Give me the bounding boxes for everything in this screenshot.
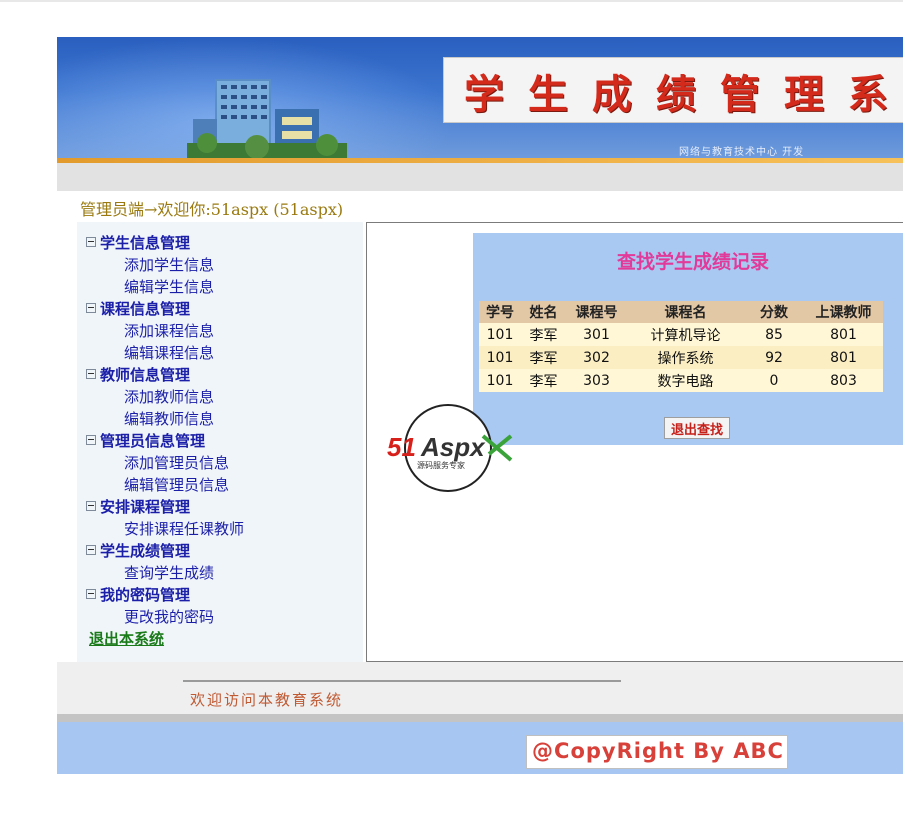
header-grey-bar bbox=[57, 163, 903, 191]
logo-aspx: Aspx bbox=[420, 432, 486, 462]
search-results-panel: 查找学生成绩记录 学号 姓名 课程号 课程名 分数 上课教师 101 李军 30… bbox=[473, 233, 903, 445]
copyright-text: @CopyRight By ABC bbox=[532, 739, 784, 763]
column-header: 分数 bbox=[744, 301, 804, 323]
collapse-icon[interactable] bbox=[86, 545, 96, 555]
nav-item-add-course[interactable]: 添加课程信息 bbox=[86, 320, 363, 342]
nav-item-add-teacher[interactable]: 添加教师信息 bbox=[86, 386, 363, 408]
title-box: 学生成绩管理系 bbox=[443, 57, 903, 123]
nav-item-edit-teacher[interactable]: 编辑教师信息 bbox=[86, 408, 363, 430]
collapse-icon[interactable] bbox=[86, 369, 96, 379]
exit-search-button[interactable]: 退出查找 bbox=[664, 417, 731, 439]
collapse-icon[interactable] bbox=[86, 435, 96, 445]
header-banner: 学生成绩管理系 网络与教育技术中心 开发 bbox=[57, 37, 903, 158]
developer-credit: 网络与教育技术中心 开发 bbox=[679, 147, 805, 158]
collapse-icon[interactable] bbox=[86, 237, 96, 247]
copyright-box: @CopyRight By ABC bbox=[526, 735, 788, 769]
nav-item-add-admin[interactable]: 添加管理员信息 bbox=[86, 452, 363, 474]
table-cell: 101 bbox=[479, 346, 521, 369]
sidebar: 学生信息管理 添加学生信息 编辑学生信息 课程信息管理 添加课程信息 编辑课程信… bbox=[77, 222, 363, 662]
table-cell: 101 bbox=[479, 323, 521, 346]
logo-subtitle: 源码服务专家 bbox=[417, 460, 465, 470]
table-cell: 李军 bbox=[521, 369, 566, 392]
table-cell: 计算机导论 bbox=[627, 323, 744, 346]
footer-grey-bar bbox=[57, 714, 903, 722]
nav-group-scores[interactable]: 学生成绩管理 bbox=[86, 540, 363, 562]
nav-group-teacher-info[interactable]: 教师信息管理 bbox=[86, 364, 363, 386]
search-title: 查找学生成绩记录 bbox=[616, 251, 769, 273]
building-image bbox=[187, 79, 347, 158]
system-title: 学生成绩管理系 bbox=[464, 71, 903, 118]
table-cell: 803 bbox=[804, 369, 883, 392]
nav-item-edit-course[interactable]: 编辑课程信息 bbox=[86, 342, 363, 364]
nav-item-assign-teacher[interactable]: 安排课程任课教师 bbox=[86, 518, 363, 540]
footer: 欢迎访问本教育系统 bbox=[57, 662, 903, 714]
table-cell: 303 bbox=[566, 369, 627, 392]
table-cell: 0 bbox=[744, 369, 804, 392]
table-cell: 101 bbox=[479, 369, 521, 392]
table-cell: 92 bbox=[744, 346, 804, 369]
table-cell: 85 bbox=[744, 323, 804, 346]
table-cell: 李军 bbox=[521, 323, 566, 346]
footer-divider bbox=[183, 680, 621, 682]
table-cell: 李军 bbox=[521, 346, 566, 369]
table-cell: 801 bbox=[804, 323, 883, 346]
column-header: 课程名 bbox=[627, 301, 744, 323]
table-row: 101 李军 301 计算机导论 85 801 bbox=[479, 323, 883, 346]
table-cell: 302 bbox=[566, 346, 627, 369]
51aspx-logo: 51 Aspx 源码服务专家 bbox=[387, 404, 513, 492]
nav-item-edit-student[interactable]: 编辑学生信息 bbox=[86, 276, 363, 298]
column-header: 上课教师 bbox=[804, 301, 883, 323]
table-cell: 801 bbox=[804, 346, 883, 369]
nav-group-password[interactable]: 我的密码管理 bbox=[86, 584, 363, 606]
welcome-message: 管理员端→欢迎你:51aspx (51aspx) bbox=[80, 200, 344, 219]
nav-tree: 学生信息管理 添加学生信息 编辑学生信息 课程信息管理 添加课程信息 编辑课程信… bbox=[77, 222, 363, 650]
nav-item-change-password[interactable]: 更改我的密码 bbox=[86, 606, 363, 628]
collapse-icon[interactable] bbox=[86, 501, 96, 511]
nav-item-query-scores[interactable]: 查询学生成绩 bbox=[86, 562, 363, 584]
table-row: 101 李军 303 数字电路 0 803 bbox=[479, 369, 883, 392]
logo-51: 51 bbox=[387, 432, 416, 462]
footer-welcome: 欢迎访问本教育系统 bbox=[190, 691, 344, 709]
column-header: 学号 bbox=[479, 301, 521, 323]
nav-item-edit-admin[interactable]: 编辑管理员信息 bbox=[86, 474, 363, 496]
top-strip bbox=[0, 0, 903, 2]
collapse-icon[interactable] bbox=[86, 303, 96, 313]
nav-group-student-info[interactable]: 学生信息管理 bbox=[86, 232, 363, 254]
nav-group-course-info[interactable]: 课程信息管理 bbox=[86, 298, 363, 320]
exit-system-link[interactable]: 退出本系统 bbox=[86, 628, 363, 650]
table-cell: 数字电路 bbox=[627, 369, 744, 392]
nav-item-add-student[interactable]: 添加学生信息 bbox=[86, 254, 363, 276]
nav-group-admin-info[interactable]: 管理员信息管理 bbox=[86, 430, 363, 452]
table-cell: 操作系统 bbox=[627, 346, 744, 369]
footer-copyright-bar: @CopyRight By ABC bbox=[57, 722, 903, 774]
scores-table: 学号 姓名 课程号 课程名 分数 上课教师 101 李军 301 计算机导论 8… bbox=[479, 301, 883, 392]
table-cell: 301 bbox=[566, 323, 627, 346]
collapse-icon[interactable] bbox=[86, 589, 96, 599]
table-row: 101 李军 302 操作系统 92 801 bbox=[479, 346, 883, 369]
nav-group-course-schedule[interactable]: 安排课程管理 bbox=[86, 496, 363, 518]
column-header: 姓名 bbox=[521, 301, 566, 323]
table-header-row: 学号 姓名 课程号 课程名 分数 上课教师 bbox=[479, 301, 883, 323]
column-header: 课程号 bbox=[566, 301, 627, 323]
